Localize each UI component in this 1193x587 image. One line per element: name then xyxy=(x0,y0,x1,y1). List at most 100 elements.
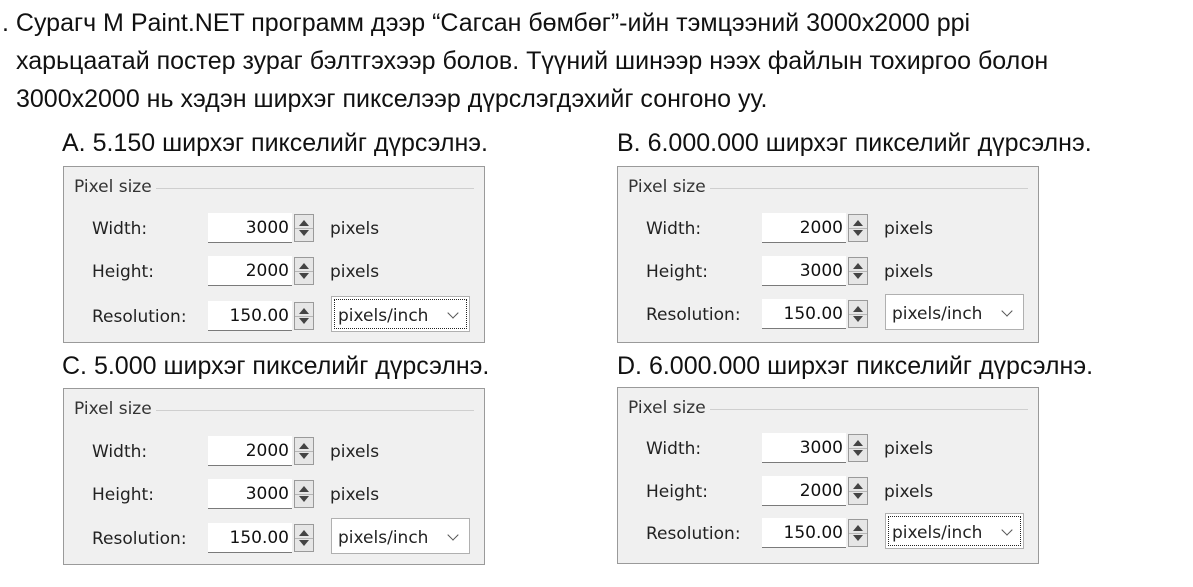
width-spinner[interactable] xyxy=(848,434,868,462)
spin-down-icon[interactable] xyxy=(853,273,863,279)
spin-down-icon[interactable] xyxy=(853,316,863,322)
height-unit: pixels xyxy=(884,262,934,282)
width-input[interactable]: 2000 xyxy=(208,436,292,466)
spin-down-icon[interactable] xyxy=(299,496,309,502)
resolution-unit-select[interactable]: pixels/inch xyxy=(885,294,1024,330)
option-c-pixel-size-panel: Pixel size Width: 2000 pixels Height: 30… xyxy=(63,388,485,565)
resolution-row: Resolution: 150.00 pixels/inch xyxy=(618,513,1038,550)
height-row: Height: 3000 pixels xyxy=(64,479,484,511)
height-unit: pixels xyxy=(884,482,934,502)
spin-up-icon[interactable] xyxy=(299,220,309,226)
chevron-down-icon xyxy=(1001,524,1013,536)
question-line-3: 3000x2000 нь хэдэн ширхэг пикселээр дүрс… xyxy=(16,85,768,113)
height-label: Height: xyxy=(92,485,154,505)
legend-divider xyxy=(710,188,1028,189)
spin-up-icon[interactable] xyxy=(299,530,309,536)
resolution-label: Resolution: xyxy=(646,524,741,544)
resolution-unit-value: pixels/inch xyxy=(338,306,429,326)
spin-down-icon[interactable] xyxy=(299,318,309,324)
legend-divider xyxy=(710,409,1028,410)
height-input[interactable]: 2000 xyxy=(208,256,292,286)
resolution-spinner[interactable] xyxy=(848,300,868,328)
spin-up-icon[interactable] xyxy=(853,483,863,489)
resolution-spinner[interactable] xyxy=(294,524,314,552)
resolution-unit-value: pixels/inch xyxy=(892,304,983,324)
pixel-size-legend: Pixel size xyxy=(628,177,706,197)
height-unit: pixels xyxy=(330,485,380,505)
resolution-label: Resolution: xyxy=(92,307,187,327)
resolution-unit-value: pixels/inch xyxy=(338,528,429,548)
height-row: Height: 2000 pixels xyxy=(618,476,1038,508)
option-c-text: C. 5.000 ширхэг пикселийг дүрсэлнэ. xyxy=(62,352,490,380)
resolution-label: Resolution: xyxy=(646,305,741,325)
legend-divider xyxy=(156,188,474,189)
spin-down-icon[interactable] xyxy=(853,535,863,541)
height-spinner[interactable] xyxy=(848,257,868,285)
question-line-2: харьцаатай постер зураг бэлтгэхээр болов… xyxy=(16,47,1049,75)
width-row: Width: 3000 pixels xyxy=(618,433,1038,465)
height-input[interactable]: 3000 xyxy=(762,256,846,286)
width-label: Width: xyxy=(646,439,702,459)
width-input[interactable]: 2000 xyxy=(762,213,846,243)
option-a-pixel-size-panel: Pixel size Width: 3000 pixels Height: 20… xyxy=(63,166,485,343)
spin-up-icon[interactable] xyxy=(853,263,863,269)
resolution-spinner[interactable] xyxy=(294,302,314,330)
height-spinner[interactable] xyxy=(294,480,314,508)
chevron-down-icon xyxy=(447,307,459,319)
resolution-unit-value: pixels/inch xyxy=(892,523,983,543)
width-row: Width: 2000 pixels xyxy=(64,436,484,468)
spin-down-icon[interactable] xyxy=(853,493,863,499)
spin-up-icon[interactable] xyxy=(853,440,863,446)
spin-down-icon[interactable] xyxy=(853,230,863,236)
spin-up-icon[interactable] xyxy=(299,263,309,269)
resolution-unit-select[interactable]: pixels/inch xyxy=(331,296,470,332)
resolution-input[interactable]: 150.00 xyxy=(762,518,846,548)
spin-down-icon[interactable] xyxy=(299,273,309,279)
width-unit: pixels xyxy=(884,439,934,459)
resolution-label: Resolution: xyxy=(92,529,187,549)
width-row: Width: 2000 pixels xyxy=(618,213,1038,245)
spin-down-icon[interactable] xyxy=(299,230,309,236)
height-label: Height: xyxy=(92,262,154,282)
resolution-row: Resolution: 150.00 pixels/inch xyxy=(64,296,484,333)
width-label: Width: xyxy=(92,442,148,462)
resolution-input[interactable]: 150.00 xyxy=(762,299,846,329)
spin-up-icon[interactable] xyxy=(853,306,863,312)
spin-down-icon[interactable] xyxy=(853,450,863,456)
height-spinner[interactable] xyxy=(294,257,314,285)
spin-up-icon[interactable] xyxy=(853,220,863,226)
height-unit: pixels xyxy=(330,262,380,282)
option-b-text: B. 6.000.000 ширхэг пикселийг дүрсэлнэ. xyxy=(617,129,1092,157)
resolution-input[interactable]: 150.00 xyxy=(208,523,292,553)
width-input[interactable]: 3000 xyxy=(762,433,846,463)
resolution-unit-select[interactable]: pixels/inch xyxy=(331,518,470,554)
height-row: Height: 3000 pixels xyxy=(618,256,1038,288)
spin-up-icon[interactable] xyxy=(299,486,309,492)
resolution-row: Resolution: 150.00 pixels/inch xyxy=(618,294,1038,331)
height-input[interactable]: 3000 xyxy=(208,479,292,509)
width-unit: pixels xyxy=(884,219,934,239)
legend-divider xyxy=(156,410,474,411)
resolution-unit-select[interactable]: pixels/inch xyxy=(885,513,1024,549)
option-b-pixel-size-panel: Pixel size Width: 2000 pixels Height: 30… xyxy=(617,166,1039,343)
height-spinner[interactable] xyxy=(848,477,868,505)
spin-up-icon[interactable] xyxy=(299,443,309,449)
spin-down-icon[interactable] xyxy=(299,540,309,546)
spin-down-icon[interactable] xyxy=(299,453,309,459)
width-spinner[interactable] xyxy=(848,214,868,242)
width-unit: pixels xyxy=(330,219,380,239)
width-spinner[interactable] xyxy=(294,437,314,465)
spin-up-icon[interactable] xyxy=(853,525,863,531)
height-input[interactable]: 2000 xyxy=(762,476,846,506)
width-label: Width: xyxy=(646,219,702,239)
height-label: Height: xyxy=(646,482,708,502)
width-row: Width: 3000 pixels xyxy=(64,213,484,245)
pixel-size-legend: Pixel size xyxy=(74,177,152,197)
spin-up-icon[interactable] xyxy=(299,308,309,314)
width-label: Width: xyxy=(92,219,148,239)
resolution-input[interactable]: 150.00 xyxy=(208,301,292,331)
width-input[interactable]: 3000 xyxy=(208,213,292,243)
chevron-down-icon xyxy=(447,529,459,541)
resolution-spinner[interactable] xyxy=(848,519,868,547)
width-spinner[interactable] xyxy=(294,214,314,242)
